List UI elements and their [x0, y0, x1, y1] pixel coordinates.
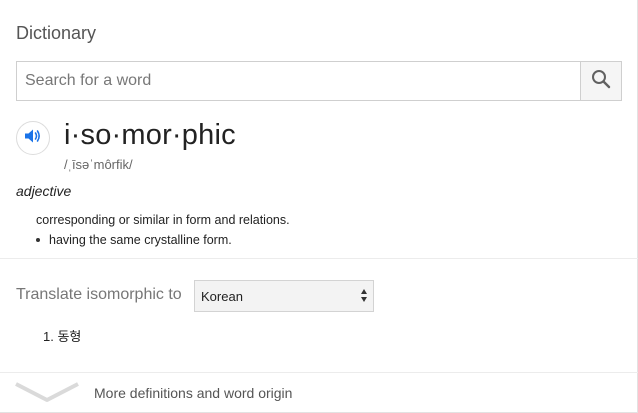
dictionary-card: Dictionary i·so·mor·phic /ˌīsəˈmôrfik/ a… — [0, 0, 638, 413]
more-definitions-label: More definitions and word origin — [94, 385, 293, 401]
search-button[interactable] — [580, 62, 621, 100]
language-select[interactable]: Korean — [194, 280, 374, 312]
more-definitions-link[interactable]: More definitions and word origin — [0, 373, 638, 413]
translation-result: 1. 동형 — [43, 326, 81, 345]
select-arrows-icon — [361, 289, 367, 302]
search-box — [16, 61, 622, 101]
search-input[interactable] — [17, 62, 581, 100]
phonetic-spelling: /ˌīsəˈmôrfik/ — [64, 157, 133, 172]
speaker-icon — [24, 128, 42, 149]
definition-text: corresponding or similar in form and rel… — [36, 213, 290, 227]
translation-text: 동형 — [57, 329, 82, 344]
sub-definition-item: having the same crystalline form. — [36, 233, 232, 247]
pronunciation-button[interactable] — [16, 121, 50, 155]
search-icon — [591, 69, 611, 94]
card-title: Dictionary — [16, 23, 97, 43]
part-of-speech: adjective — [16, 183, 72, 199]
bullet-icon — [36, 238, 40, 242]
headword: i·so·mor·phic — [64, 119, 236, 151]
section-divider — [0, 258, 638, 259]
chevron-down-icon — [15, 382, 79, 402]
sub-definition-text: having the same crystalline form. — [49, 233, 232, 247]
translate-label: Translate isomorphic to — [16, 286, 182, 303]
translation-number: 1. — [43, 329, 54, 344]
selected-language: Korean — [201, 288, 243, 304]
